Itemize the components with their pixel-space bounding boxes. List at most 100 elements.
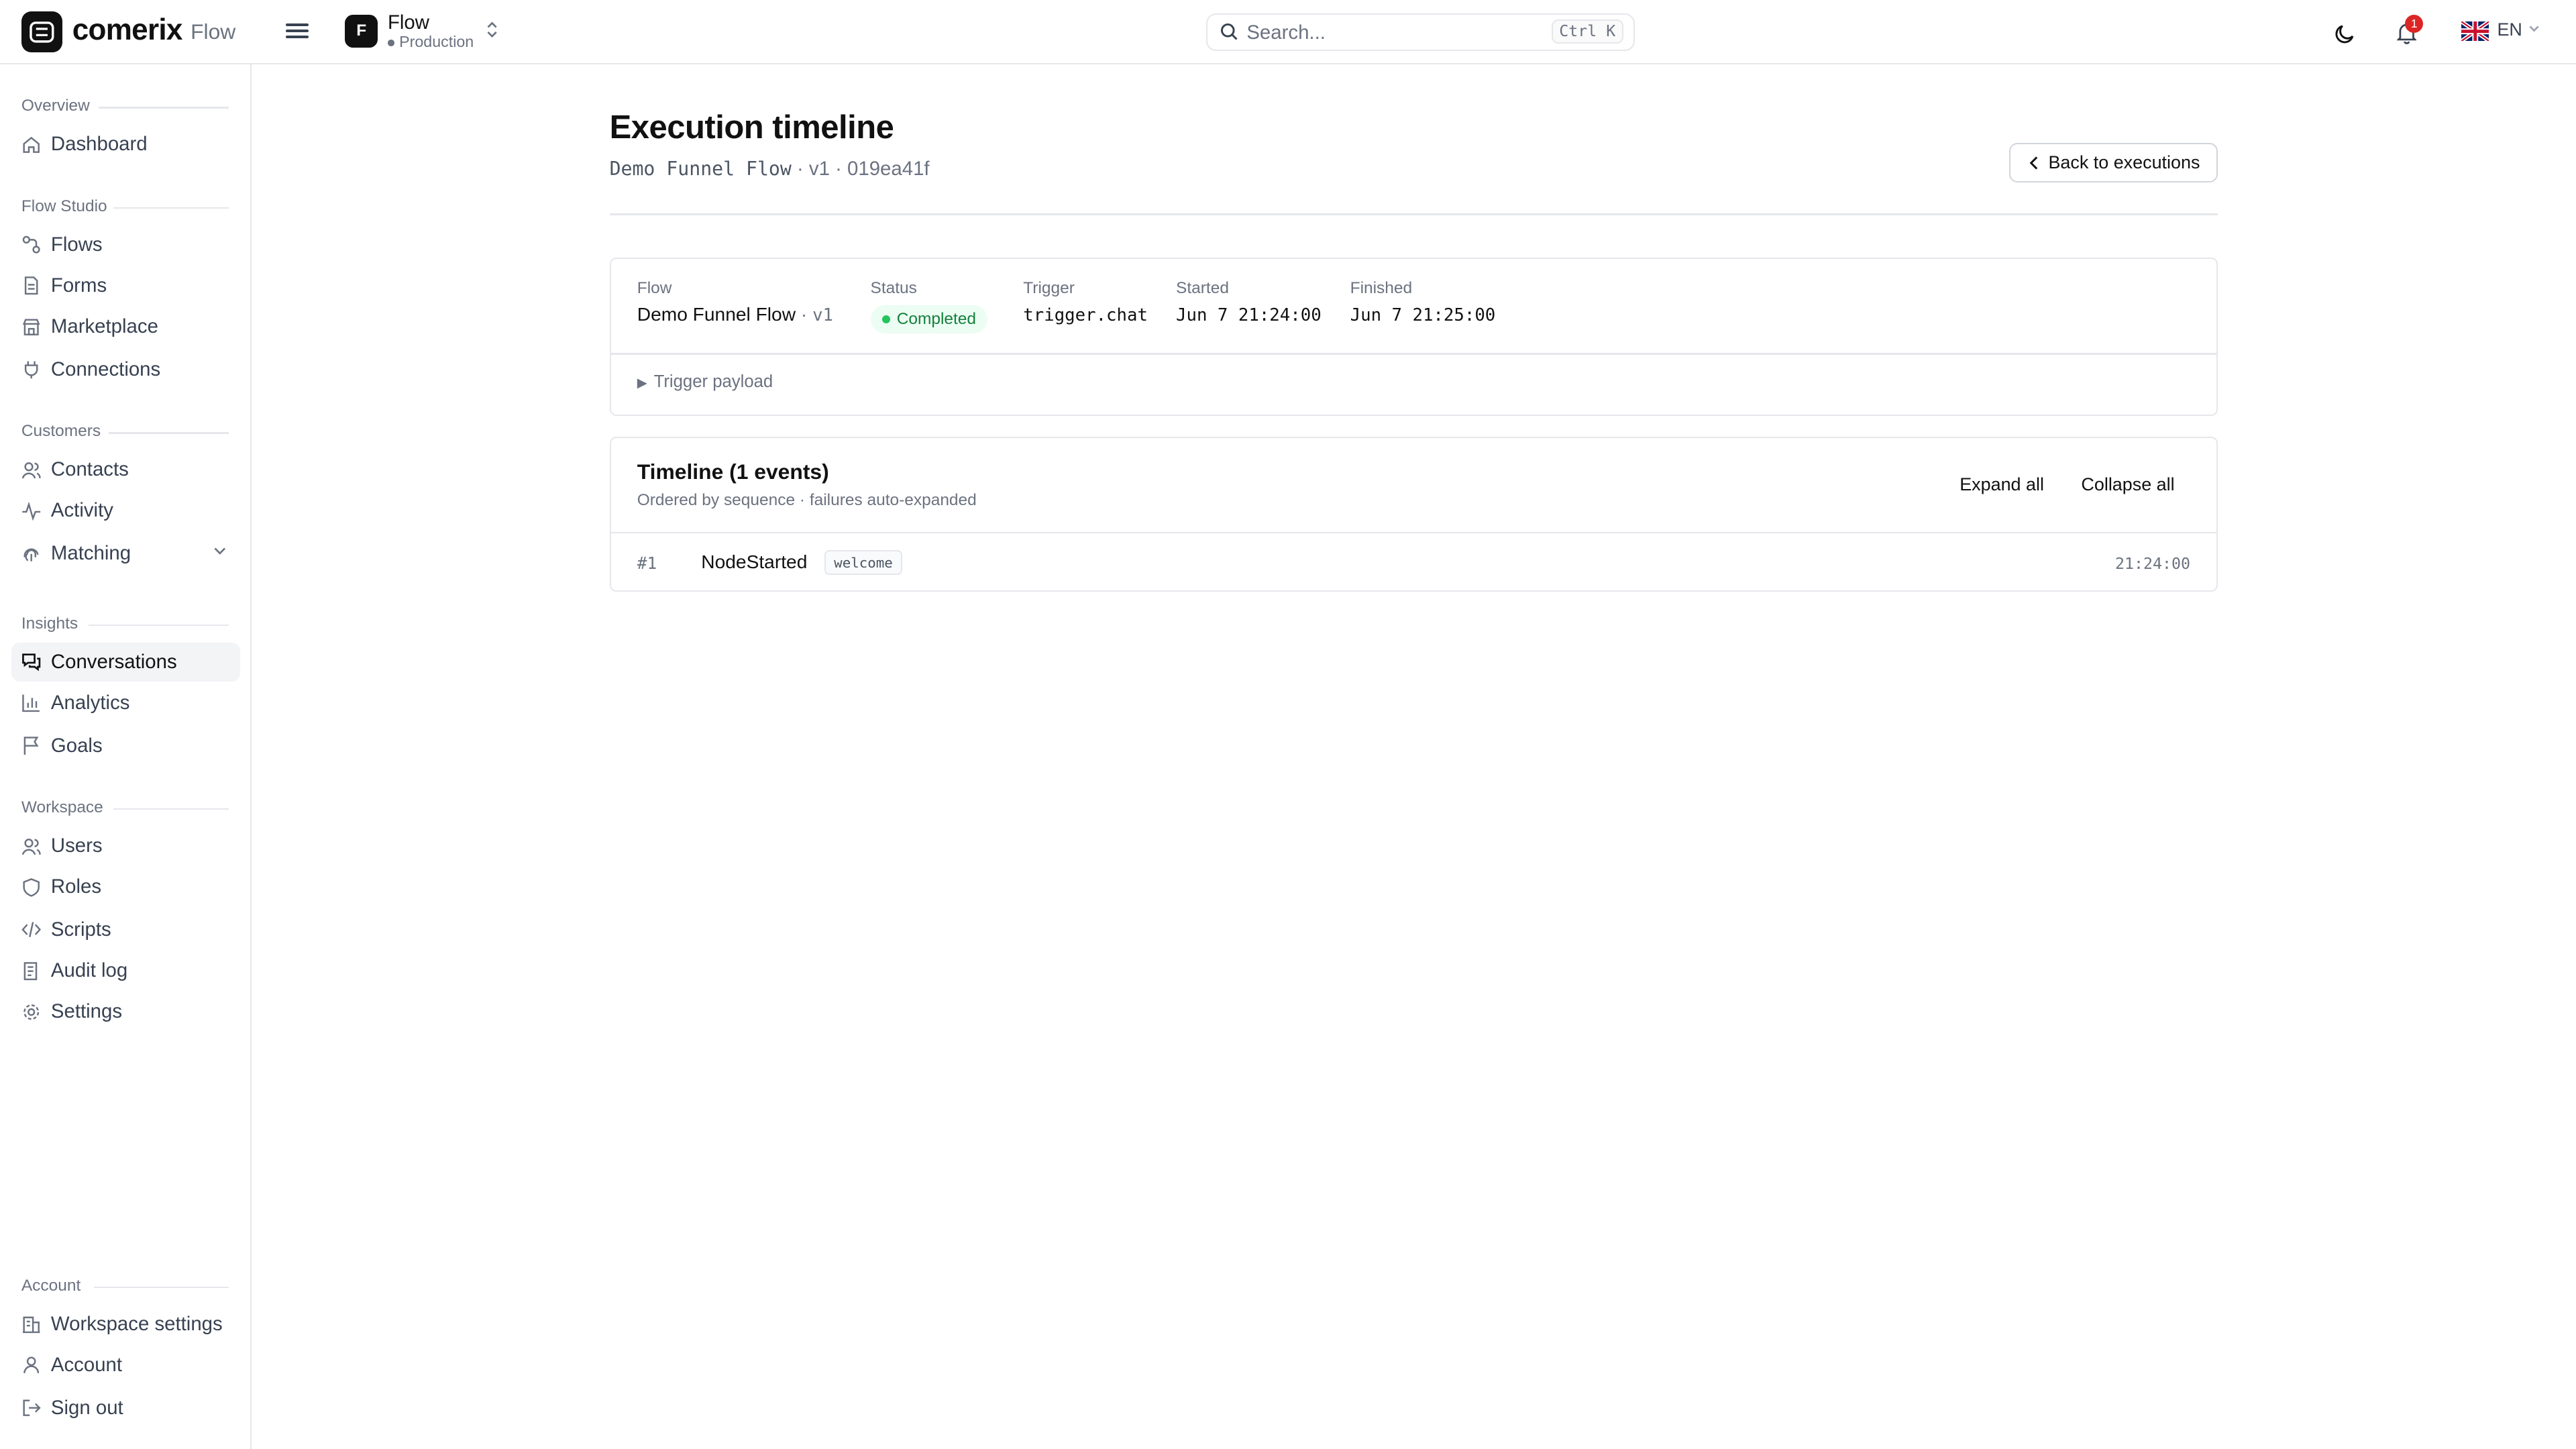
- back-button-label: Back to executions: [2048, 152, 2200, 173]
- trigger-label: Trigger: [1023, 278, 1075, 297]
- sidebar-item-label: Users: [50, 835, 103, 857]
- sidebar-item-label: Activity: [50, 499, 113, 522]
- event-sequence: #1: [637, 553, 657, 573]
- workspace-switch-icon[interactable]: [486, 21, 498, 38]
- sidebar-item-account[interactable]: Account: [11, 1346, 239, 1385]
- sidebar-item-dashboard[interactable]: Dashboard: [11, 125, 239, 164]
- sidebar-item-contacts[interactable]: Contacts: [11, 450, 239, 490]
- search-shortcut-hint: Ctrl K: [1551, 19, 1624, 44]
- fingerprint-icon: [23, 548, 39, 561]
- sidebar-item-label: Sign out: [50, 1396, 123, 1419]
- sidebar-item-label: Conversations: [50, 650, 177, 673]
- chevron-down-icon[interactable]: [213, 547, 227, 557]
- finished-value: Jun 7 21:25:00: [1350, 305, 1496, 326]
- shield-icon: [23, 877, 40, 897]
- flow-name: Demo Funnel Flow: [637, 303, 796, 325]
- section-label-insights: Insights: [21, 614, 78, 633]
- section-label-account: Account: [21, 1276, 81, 1295]
- activity-icon: [22, 501, 40, 521]
- gear-icon: [23, 1004, 40, 1020]
- sidebar-item-label: Audit log: [50, 959, 128, 982]
- sidebar-item-label: Marketplace: [50, 315, 158, 338]
- sidebar-item-sign-out[interactable]: Sign out: [11, 1388, 239, 1428]
- timeline-title: Timeline (1 events): [637, 460, 829, 484]
- audit-icon: [23, 961, 38, 980]
- sidebar-item-audit-log[interactable]: Audit log: [11, 951, 239, 991]
- page-title: Execution timeline: [609, 109, 894, 146]
- comerix-logo-icon[interactable]: [21, 11, 63, 53]
- code-icon: [21, 922, 41, 938]
- flow-label: Flow: [637, 278, 672, 297]
- chevron-left-icon: [2029, 156, 2038, 170]
- flow-value: Demo Funnel Flow · v1: [637, 303, 834, 325]
- search-input[interactable]: [1246, 19, 1543, 46]
- sidebar-item-forms[interactable]: Forms: [11, 266, 239, 306]
- sidebar-item-activity[interactable]: Activity: [11, 491, 239, 531]
- sidebar-item-label: Flows: [50, 233, 103, 256]
- sidebar-item-users[interactable]: Users: [11, 826, 239, 866]
- timeline-card: Timeline (1 events) Ordered by sequence …: [609, 437, 2218, 592]
- trigger-value: trigger.chat: [1023, 305, 1148, 326]
- back-to-executions-button[interactable]: Back to executions: [2009, 143, 2218, 182]
- workspace-avatar[interactable]: F: [345, 15, 378, 48]
- section-label-overview: Overview: [21, 97, 90, 115]
- form-icon: [24, 276, 38, 295]
- brand-name[interactable]: comerix: [72, 13, 183, 47]
- top-bar: comerix Flow F Flow Production Ctrl K 1: [0, 0, 2576, 64]
- expand-all-button[interactable]: Expand all: [1960, 474, 2044, 495]
- page-subtitle: Demo Funnel Flow · v1 · 019ea41f: [610, 158, 930, 180]
- sidebar-item-label: Dashboard: [50, 133, 148, 156]
- sidebar-item-label: Roles: [50, 875, 102, 898]
- finished-label: Finished: [1350, 278, 1413, 297]
- environment-label: Production: [399, 32, 474, 50]
- trigger-payload-label: Trigger payload: [653, 372, 773, 392]
- sidebar-item-flows[interactable]: Flows: [11, 225, 239, 265]
- product-name: Flow: [191, 19, 236, 44]
- chat-icon: [21, 653, 41, 672]
- sidebar-item-goals[interactable]: Goals: [11, 726, 239, 765]
- sidebar-item-settings[interactable]: Settings: [11, 992, 239, 1032]
- sidebar-item-roles[interactable]: Roles: [11, 867, 239, 907]
- sidebar-item-label: Connections: [50, 358, 161, 380]
- status-label: Status: [870, 278, 917, 297]
- sidebar-item-conversations[interactable]: Conversations: [11, 642, 240, 682]
- sidebar-item-label: Settings: [50, 1000, 123, 1023]
- started-label: Started: [1176, 278, 1229, 297]
- subtitle-flow-name: Demo Funnel Flow: [609, 158, 792, 180]
- event-type: NodeStarted: [701, 551, 808, 573]
- plug-icon: [24, 361, 38, 379]
- sidebar-item-label: Matching: [50, 542, 131, 565]
- language-label: EN: [2497, 19, 2522, 40]
- chevron-down-icon: [2529, 25, 2539, 32]
- theme-toggle-moon-icon[interactable]: [2334, 21, 2356, 51]
- notification-count-badge: 1: [2405, 15, 2424, 33]
- sidebar-item-analytics[interactable]: Analytics: [11, 684, 239, 723]
- section-label-workspace: Workspace: [21, 798, 103, 817]
- sidebar-item-scripts[interactable]: Scripts: [11, 910, 239, 950]
- sidebar: Overview Dashboard Flow Studio Flows For…: [0, 64, 252, 1449]
- store-icon: [22, 319, 40, 335]
- uk-flag-icon: [2461, 21, 2489, 42]
- started-value: Jun 7 21:24:00: [1176, 305, 1322, 326]
- event-time: 21:24:00: [2114, 555, 2190, 574]
- sidebar-item-label: Goals: [50, 734, 103, 757]
- users-icon: [21, 838, 41, 855]
- workspace-name[interactable]: Flow: [388, 11, 429, 34]
- collapse-all-button[interactable]: Collapse all: [2081, 474, 2174, 495]
- contacts-icon: [21, 462, 41, 479]
- sidebar-item-label: Account: [50, 1353, 123, 1376]
- flow-version: v1: [812, 305, 834, 325]
- execution-summary-card: Flow Demo Funnel Flow · v1 Status Comple…: [609, 258, 2218, 416]
- home-icon: [23, 136, 40, 153]
- sidebar-item-marketplace[interactable]: Marketplace: [11, 307, 239, 347]
- sidebar-item-connections[interactable]: Connections: [11, 350, 239, 390]
- section-label-flow-studio: Flow Studio: [21, 197, 107, 215]
- trigger-payload-toggle[interactable]: ▶ Trigger payload: [637, 372, 773, 392]
- sidebar-item-matching[interactable]: Matching: [11, 534, 239, 574]
- sidebar-item-workspace-settings[interactable]: Workspace settings: [11, 1304, 239, 1344]
- subtitle-version-id: · v1 · 019ea41f: [791, 158, 930, 180]
- menu-toggle-icon[interactable]: [286, 19, 309, 42]
- event-node-tag: welcome: [824, 549, 903, 575]
- search-box[interactable]: Ctrl K: [1205, 13, 1635, 51]
- sidebar-item-label: Workspace settings: [50, 1312, 223, 1335]
